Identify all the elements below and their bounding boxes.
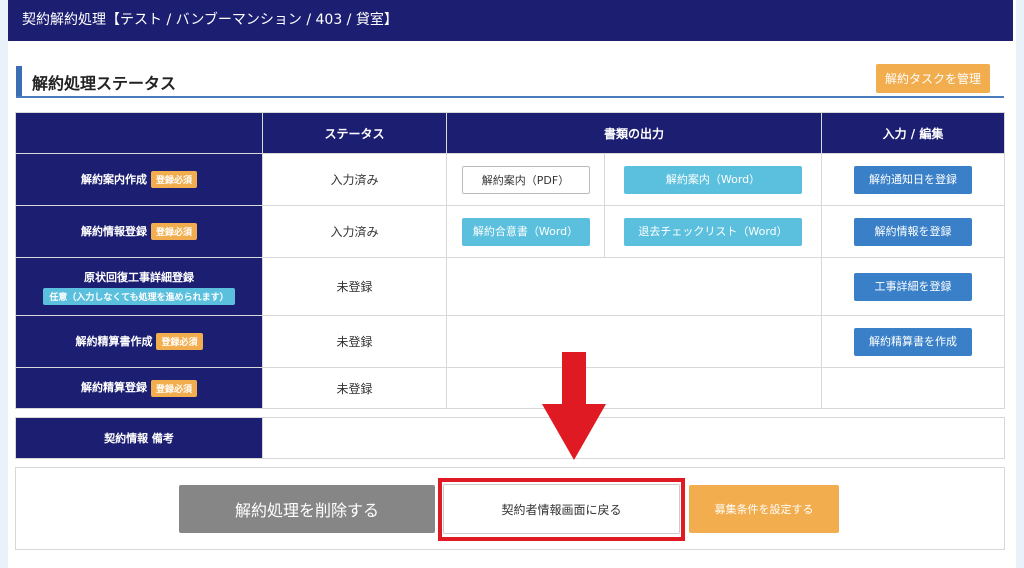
output-cell-empty: [446, 367, 822, 409]
register-construction-details-button[interactable]: 工事詳細を登録: [854, 272, 972, 301]
moveout-checklist-word-button[interactable]: 退去チェックリスト（Word）: [624, 217, 802, 246]
row-label: 原状回復工事詳細登録: [84, 270, 194, 284]
table-header-row: ステータス 書類の出力 入力 / 編集: [15, 112, 1005, 154]
output-cell: 解約案内（Word）: [604, 153, 822, 206]
action-cell: 解約情報を登録: [821, 205, 1005, 258]
register-notice-date-button[interactable]: 解約通知日を登録: [854, 165, 972, 194]
create-settlement-button[interactable]: 解約精算書を作成: [854, 327, 972, 356]
table-row: 解約精算登録 登録必須 未登録: [15, 367, 1005, 409]
row-label-cell: 解約精算登録 登録必須: [15, 367, 263, 409]
row-status: 入力済み: [262, 205, 447, 258]
memo-table: 契約情報 備考: [15, 417, 1005, 459]
action-cell-empty: [821, 367, 1005, 409]
required-badge: 登録必須: [150, 379, 197, 397]
table-row: 解約情報登録 登録必須 入力済み 解約合意書（Word） 退去チェックリスト（Wo…: [15, 205, 1005, 258]
row-label: 解約案内作成: [80, 172, 147, 186]
section-header: 解約処理ステータス: [16, 64, 1004, 98]
row-label-cell: 解約情報登録 登録必須: [15, 205, 263, 258]
header-blank: [15, 112, 263, 154]
page-title-bar: 契約解約処理【テスト / バンブーマンション / 403 / 貸室】: [8, 0, 1013, 41]
output-cell-empty: [446, 315, 822, 368]
row-label-cell: 原状回復工事詳細登録 任意（入力しなくても処理を進められます）: [15, 257, 263, 316]
row-label: 解約情報登録: [80, 224, 147, 238]
cancel-guide-word-button[interactable]: 解約案内（Word）: [624, 165, 802, 194]
table-row: 解約精算書作成 登録必須 未登録 解約精算書を作成: [15, 315, 1005, 368]
red-highlight-box: [438, 478, 685, 541]
output-cell: 退去チェックリスト（Word）: [604, 205, 822, 258]
action-cell: 解約通知日を登録: [821, 153, 1005, 206]
required-badge: 登録必須: [150, 223, 197, 241]
header-edit: 入力 / 編集: [821, 112, 1005, 154]
header-status: ステータス: [262, 112, 447, 154]
cancel-status-table: ステータス 書類の出力 入力 / 編集 解約案内作成 登録必須 入力済み 解約案内…: [15, 112, 1005, 409]
section-title: 解約処理ステータス: [32, 74, 177, 93]
output-cell: 解約案内（PDF）: [446, 153, 605, 206]
section-accent-bar: [16, 66, 22, 96]
set-recruitment-conditions-button[interactable]: 募集条件を設定する: [689, 485, 839, 533]
row-status: 未登録: [262, 315, 447, 368]
header-documents: 書類の出力: [446, 112, 822, 154]
right-background-strip: [1016, 0, 1024, 568]
manage-cancel-tasks-button[interactable]: 解約タスクを管理: [876, 64, 990, 93]
action-cell: 工事詳細を登録: [821, 257, 1005, 316]
memo-value: [262, 417, 1005, 459]
delete-cancellation-button[interactable]: 解約処理を削除する: [179, 485, 435, 533]
output-cell: 解約合意書（Word）: [446, 205, 605, 258]
page-title: 契約解約処理【テスト / バンブーマンション / 403 / 貸室】: [22, 12, 398, 28]
memo-label: 契約情報 備考: [15, 417, 263, 459]
down-arrow-icon: [542, 352, 606, 460]
output-cell-empty: [446, 257, 822, 316]
left-background-strip: [0, 0, 8, 568]
cancel-guide-pdf-button[interactable]: 解約案内（PDF）: [461, 165, 590, 194]
register-cancel-info-button[interactable]: 解約情報を登録: [854, 217, 972, 246]
row-label: 解約精算書作成: [75, 334, 153, 348]
row-status: 入力済み: [262, 153, 447, 206]
row-label-cell: 解約案内作成 登録必須: [15, 153, 263, 206]
optional-badge: 任意（入力しなくても処理を進められます）: [43, 287, 235, 305]
table-row: 解約案内作成 登録必須 入力済み 解約案内（PDF） 解約案内（Word） 解約通…: [15, 153, 1005, 206]
row-status: 未登録: [262, 367, 447, 409]
row-label: 解約精算登録: [80, 381, 147, 395]
row-status: 未登録: [262, 257, 447, 316]
required-badge: 登録必須: [156, 333, 203, 351]
table-row: 原状回復工事詳細登録 任意（入力しなくても処理を進められます） 未登録 工事詳細…: [15, 257, 1005, 316]
action-cell: 解約精算書を作成: [821, 315, 1005, 368]
cancel-agreement-word-button[interactable]: 解約合意書（Word）: [461, 217, 590, 246]
row-label-cell: 解約精算書作成 登録必須: [15, 315, 263, 368]
required-badge: 登録必須: [150, 171, 197, 189]
